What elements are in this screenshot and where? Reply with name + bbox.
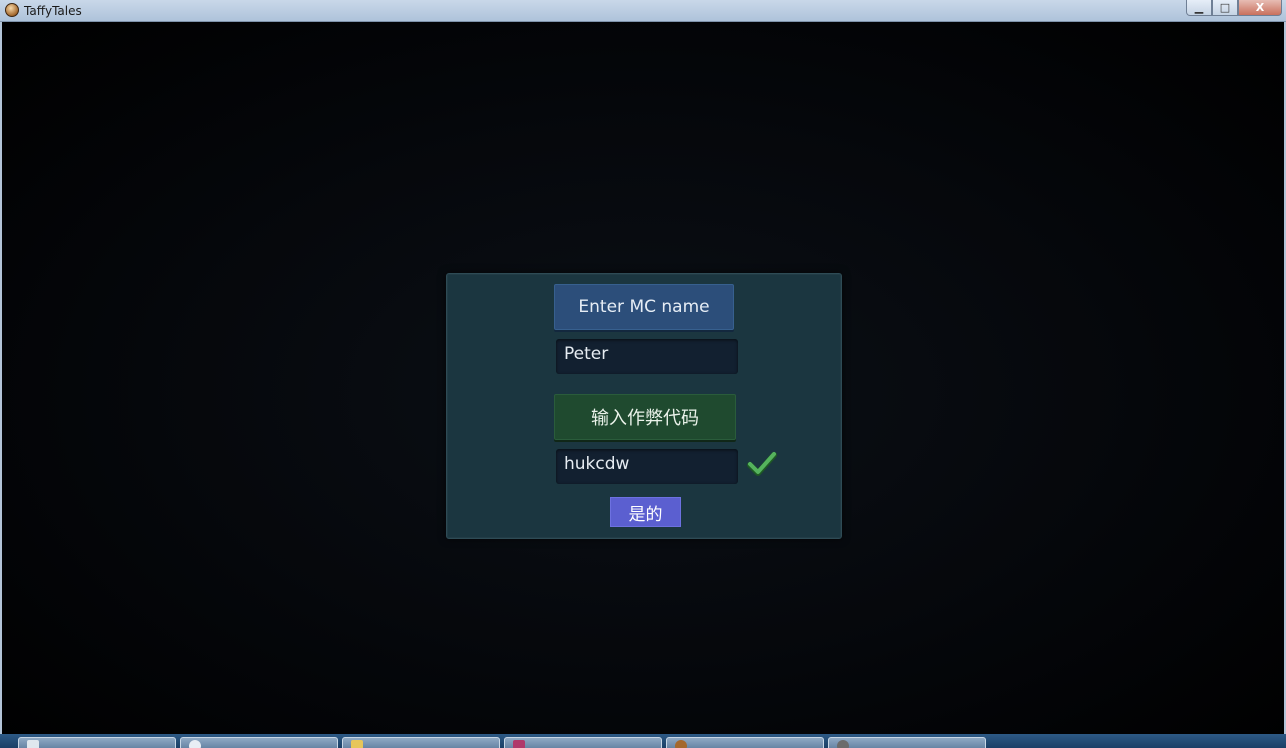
- game-canvas: Enter MC name Peter 输入作弊代码 hukcdw 是的: [2, 22, 1284, 734]
- notepad-icon: [27, 740, 39, 748]
- checkmark-icon: [747, 452, 777, 476]
- player-setup-dialog: Enter MC name Peter 输入作弊代码 hukcdw 是的: [446, 273, 842, 539]
- mc-name-input[interactable]: Peter: [556, 339, 738, 374]
- app-icon: [837, 740, 849, 748]
- enter-mc-name-button[interactable]: Enter MC name: [554, 284, 734, 330]
- close-button[interactable]: X: [1238, 0, 1282, 16]
- archive-icon: [513, 740, 525, 748]
- folder-icon: [351, 740, 363, 748]
- taskbar: [0, 734, 1286, 748]
- taffytales-app-icon: [5, 3, 19, 17]
- browser-icon: [189, 740, 201, 748]
- taskbar-item-browser[interactable]: [180, 737, 338, 748]
- taskbar-item-archive[interactable]: [504, 737, 662, 748]
- maximize-button[interactable]: □: [1212, 0, 1238, 16]
- taskbar-item-app[interactable]: [828, 737, 986, 748]
- taskbar-item-notepad[interactable]: [18, 737, 176, 748]
- cheat-code-input[interactable]: hukcdw: [556, 449, 738, 484]
- enter-cheat-code-button[interactable]: 输入作弊代码: [554, 394, 736, 440]
- confirm-button[interactable]: 是的: [610, 497, 681, 527]
- minimize-button[interactable]: ▁: [1186, 0, 1212, 16]
- window-controls: ▁ □ X: [1186, 0, 1282, 16]
- window-title-bar[interactable]: TaffyTales ▁ □ X: [0, 0, 1286, 22]
- game-icon: [675, 740, 687, 748]
- taskbar-item-game[interactable]: [666, 737, 824, 748]
- window-title: TaffyTales: [24, 4, 82, 18]
- taskbar-item-folder[interactable]: [342, 737, 500, 748]
